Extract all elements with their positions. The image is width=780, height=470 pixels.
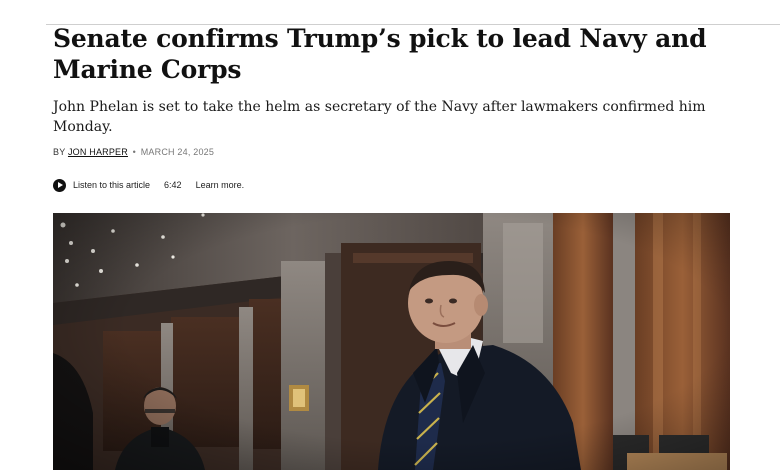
byline-prefix: BY bbox=[53, 147, 66, 157]
learn-more-link[interactable]: Learn more. bbox=[196, 180, 245, 190]
play-icon[interactable] bbox=[53, 178, 66, 192]
author-link[interactable]: JON HARPER bbox=[68, 147, 128, 157]
publish-date: MARCH 24, 2025 bbox=[140, 147, 215, 157]
article-headline: Senate confirms Trump’s pick to lead Nav… bbox=[53, 24, 707, 84]
article-dek: John Phelan is set to take the helm as s… bbox=[53, 99, 706, 135]
article-hero-image bbox=[53, 213, 730, 470]
hearing-room-photo bbox=[53, 213, 730, 470]
byline-separator: • bbox=[132, 147, 137, 157]
audio-player: Listen to this article 6:42 Learn more. bbox=[53, 178, 244, 192]
listen-to-article-button[interactable]: Listen to this article bbox=[73, 180, 150, 190]
audio-duration: 6:42 bbox=[164, 180, 182, 190]
byline: BY JON HARPER • MARCH 24, 2025 bbox=[53, 147, 214, 157]
